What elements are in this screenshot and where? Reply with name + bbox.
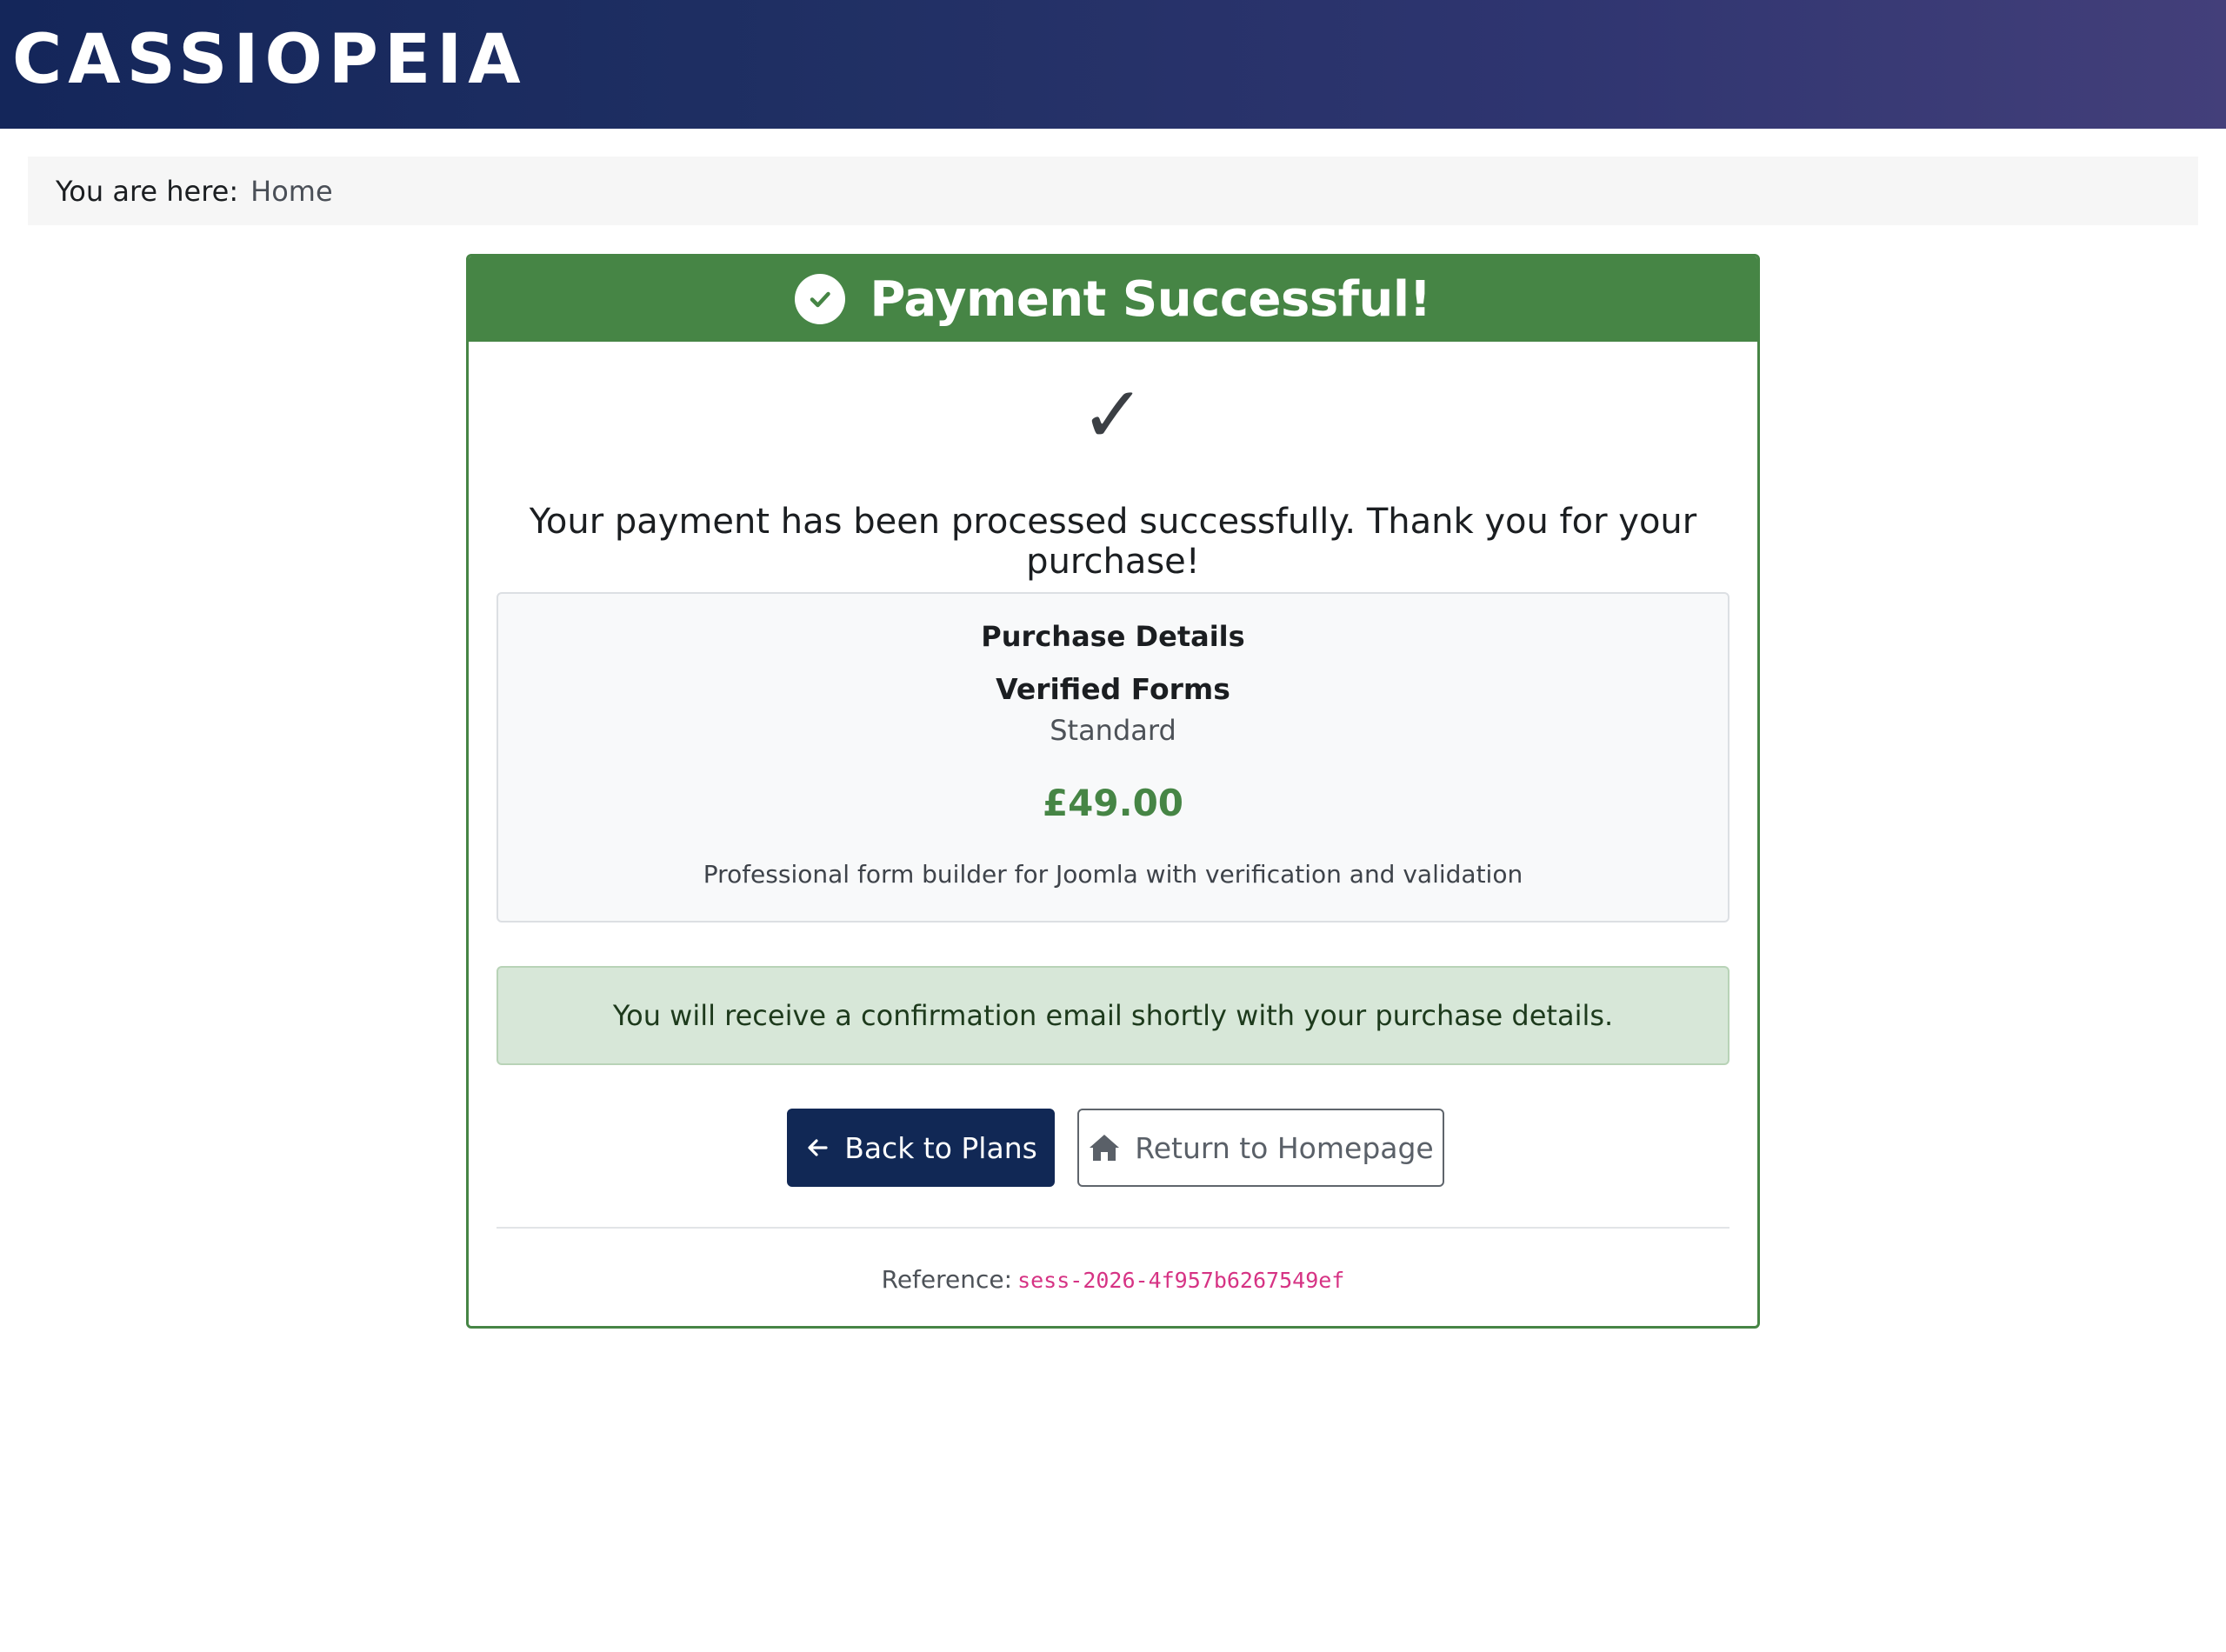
card-header: Payment Successful! (469, 256, 1757, 342)
home-icon (1088, 1133, 1121, 1162)
reference-label: Reference: (881, 1265, 1013, 1294)
page-title: Payment Successful! (870, 270, 1431, 328)
success-message: Your payment has been processed successf… (529, 502, 1697, 582)
confirmation-alert: You will receive a confirmation email sh… (497, 966, 1729, 1065)
product-name: Verified Forms (996, 672, 1230, 706)
breadcrumb-label: You are here: (56, 174, 239, 208)
product-description: Professional form builder for Joomla wit… (703, 860, 1523, 889)
breadcrumb: You are here: Home (28, 157, 2198, 225)
checkmark-icon: ✓ (1080, 370, 1146, 461)
purchase-details-box: Purchase Details Verified Forms Standard… (497, 592, 1729, 923)
plan-name: Standard (1050, 714, 1176, 747)
return-to-homepage-label: Return to Homepage (1135, 1130, 1434, 1165)
arrow-left-icon (804, 1135, 830, 1161)
purchase-details-heading: Purchase Details (981, 620, 1245, 653)
reference: Reference: sess-2026-4f957b6267549ef (469, 1265, 1757, 1294)
payment-success-card: Payment Successful! ✓ Your payment has b… (466, 254, 1760, 1329)
price: £49.00 (1042, 782, 1184, 824)
divider (497, 1227, 1729, 1229)
reference-code: sess-2026-4f957b6267549ef (1017, 1268, 1345, 1293)
site-header: CASSIOPEIA (0, 0, 2226, 129)
back-to-plans-label: Back to Plans (844, 1130, 1037, 1165)
confirmation-alert-text: You will receive a confirmation email sh… (612, 999, 1614, 1032)
return-to-homepage-button[interactable]: Return to Homepage (1077, 1109, 1444, 1187)
back-to-plans-button[interactable]: Back to Plans (787, 1109, 1055, 1187)
site-brand-logo[interactable]: CASSIOPEIA (12, 26, 527, 94)
check-circle-icon (795, 274, 846, 324)
breadcrumb-item-home[interactable]: Home (250, 175, 333, 208)
